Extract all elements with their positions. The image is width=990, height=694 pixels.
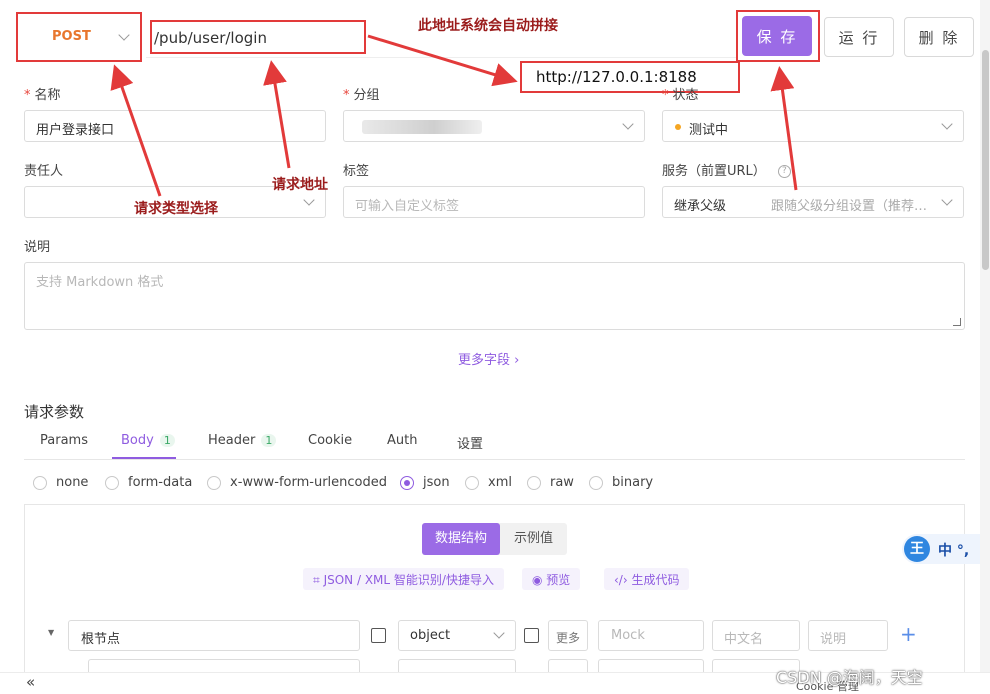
- annotation-arrows: [110, 34, 798, 197]
- arrow-to-url: [263, 60, 291, 169]
- arrow-to-save: [770, 66, 798, 191]
- arrow-to-method: [110, 64, 162, 197]
- arrow-to-base-url: [367, 34, 518, 87]
